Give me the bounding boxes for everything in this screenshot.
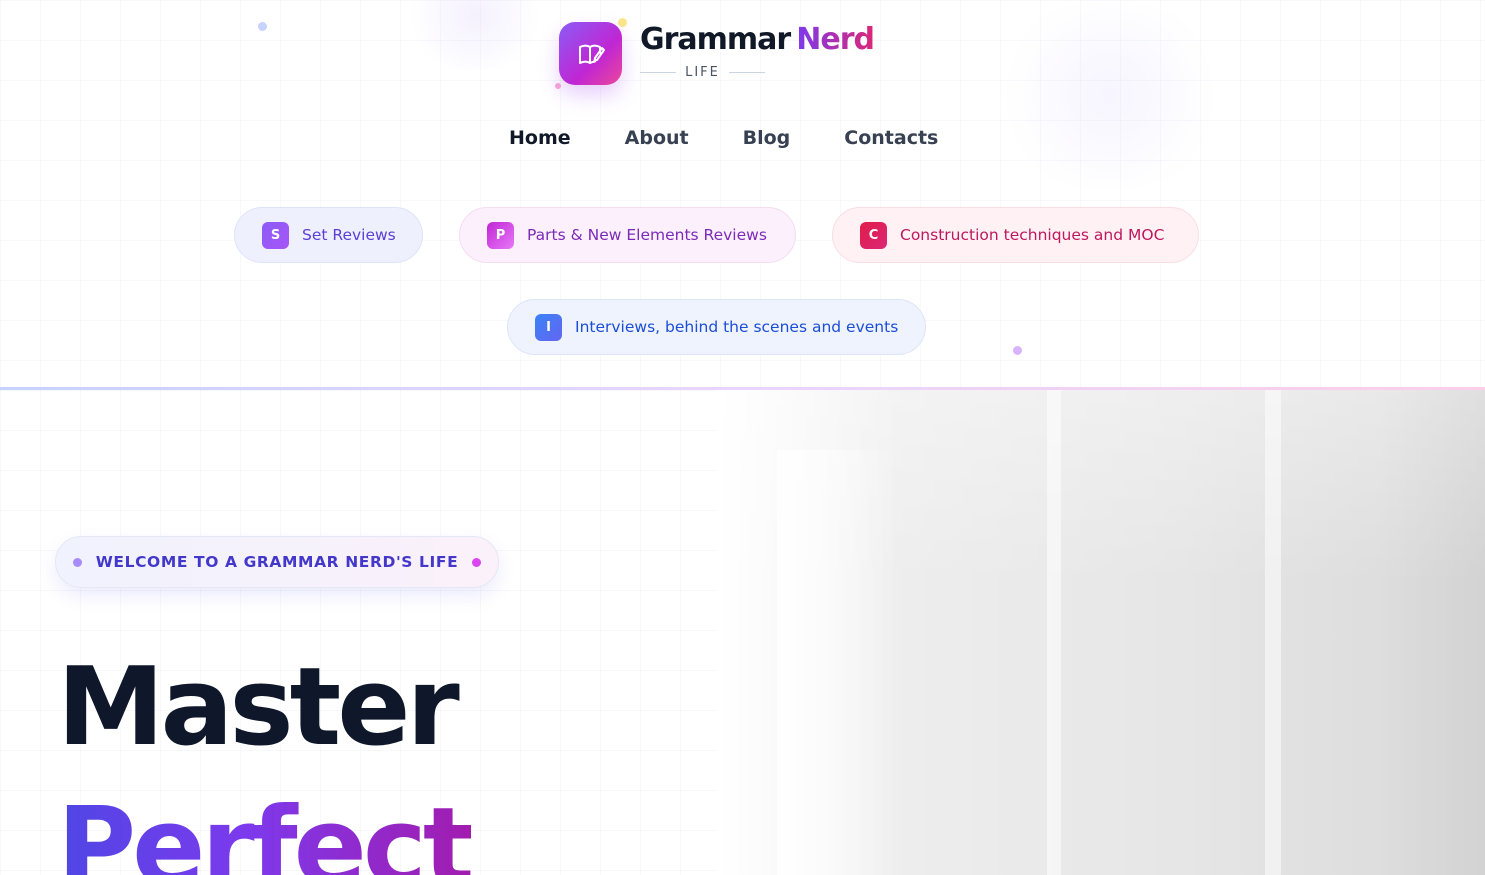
tagline-divider — [728, 71, 765, 73]
nav-item-home[interactable]: Home — [500, 127, 580, 149]
decorative-dot — [555, 83, 561, 89]
brand-name-part1: Grammar — [640, 22, 791, 57]
hero-image-highlight — [1265, 390, 1281, 875]
brand-name: Grammar Nerd — [640, 20, 875, 60]
site-header: Grammar Nerd LIFE Home About Blog Contact… — [0, 0, 1485, 388]
decorative-blob — [400, 0, 550, 70]
category-badge: S — [262, 221, 289, 249]
logo-link[interactable] — [559, 22, 622, 85]
category-badge: P — [487, 221, 514, 249]
hero-image — [717, 390, 1485, 875]
welcome-text: WELCOME TO A GRAMMAR NERD'S LIFE — [95, 553, 459, 571]
nav-item-contacts[interactable]: Contacts — [835, 127, 947, 149]
nav-item-about[interactable]: About — [616, 127, 698, 149]
open-book-with-pen-icon — [578, 44, 605, 64]
decorative-dot — [618, 18, 627, 27]
tagline-divider — [640, 71, 677, 73]
hero-headline-line2: Perfect — [57, 788, 475, 875]
tagline-text: LIFE — [685, 64, 720, 80]
category-label: Construction techniques and MOC — [900, 226, 1165, 244]
category-label: Interviews, behind the scenes and events — [575, 318, 899, 336]
brand-tagline: LIFE — [640, 63, 765, 81]
category-label: Set Reviews — [302, 226, 396, 244]
hero-section: WELCOME TO A GRAMMAR NERD'S LIFE Master … — [0, 390, 1485, 875]
category-pill-set-reviews[interactable]: S Set Reviews — [234, 207, 423, 263]
brand-name-part2: Nerd — [796, 22, 875, 57]
category-pill-construction-techniques[interactable]: C Construction techniques and MOC — [832, 207, 1199, 263]
welcome-dot — [72, 557, 82, 567]
hero-image-shade — [1377, 390, 1485, 875]
hero-headline-line1: Master — [57, 645, 460, 770]
category-pill-interviews[interactable]: I Interviews, behind the scenes and even… — [507, 299, 926, 355]
decorative-blob — [990, 0, 1230, 190]
nav-item-blog[interactable]: Blog — [734, 127, 800, 149]
welcome-badge: WELCOME TO A GRAMMAR NERD'S LIFE — [55, 536, 499, 588]
category-pill-parts-reviews[interactable]: P Parts & New Elements Reviews — [459, 207, 796, 263]
hero-image-highlight — [1047, 390, 1061, 875]
decorative-dot — [258, 22, 267, 31]
hero-image-shade — [777, 450, 897, 875]
category-badge: C — [860, 221, 887, 249]
main-nav: Home About Blog Contacts — [500, 122, 983, 154]
decorative-dot — [1013, 346, 1022, 355]
category-badge: I — [535, 313, 562, 341]
category-label: Parts & New Elements Reviews — [527, 226, 767, 244]
welcome-dot — [472, 557, 482, 567]
